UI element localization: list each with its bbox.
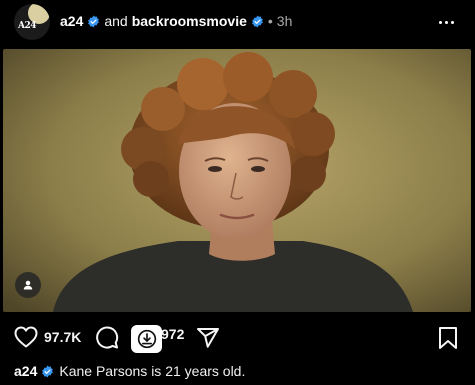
like-group: 97.7K <box>14 326 81 348</box>
bookmark-icon[interactable] <box>437 326 459 350</box>
verified-badge-icon <box>252 15 263 27</box>
download-icon <box>137 329 156 349</box>
action-bar: 97.7K 972 <box>0 320 475 356</box>
post-time: 3h <box>276 13 293 29</box>
avatar-logo: A24 <box>18 21 37 31</box>
separator-dot: • <box>267 13 273 29</box>
coauthor-username[interactable]: backroomsmovie <box>132 12 247 30</box>
comment-group <box>95 326 119 350</box>
verified-badge-icon <box>42 365 54 377</box>
post-header: A24 a24 and backroomsmovie • 3h <box>0 0 475 44</box>
caption: a24 Kane Parsons is 21 years old. <box>14 362 245 380</box>
author-avatar[interactable]: A24 <box>14 4 50 40</box>
save-group <box>437 326 459 350</box>
portrait-photo <box>3 49 471 312</box>
likes-count[interactable]: 97.7K <box>44 329 81 345</box>
caption-text: Kane Parsons is 21 years old. <box>59 363 246 379</box>
share-group <box>196 326 220 350</box>
joiner-text: and <box>104 13 128 29</box>
more-options-icon[interactable] <box>436 12 456 32</box>
caption-author[interactable]: a24 <box>14 362 37 380</box>
author-line: a24 and backroomsmovie • 3h <box>60 12 292 30</box>
comment-icon[interactable] <box>95 326 119 350</box>
heart-icon[interactable] <box>14 326 38 348</box>
user-tag-icon[interactable] <box>15 272 41 298</box>
comments-group: 972 <box>161 326 184 342</box>
post-image[interactable] <box>3 49 471 312</box>
comments-count[interactable]: 972 <box>161 326 184 342</box>
author-username[interactable]: a24 <box>60 12 83 30</box>
verified-badge-icon <box>88 15 100 27</box>
download-button[interactable] <box>131 325 162 353</box>
share-icon[interactable] <box>196 326 220 350</box>
